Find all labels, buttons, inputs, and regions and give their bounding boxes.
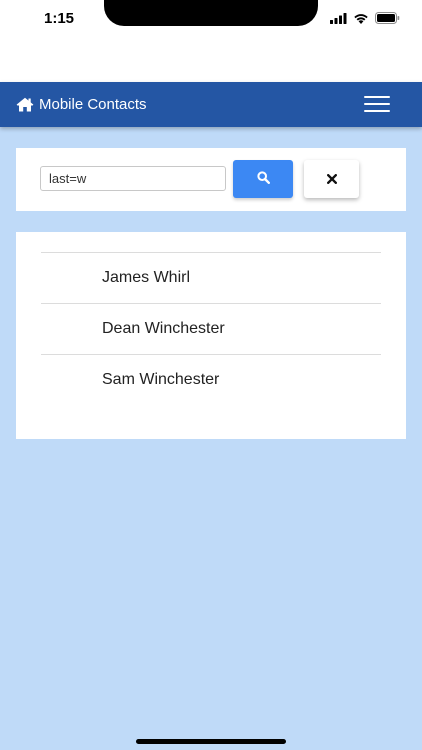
status-bar: 1:15 [0, 0, 422, 82]
search-icon [256, 171, 270, 187]
status-icons [330, 12, 400, 24]
contact-item[interactable]: Sam Winchester [41, 354, 381, 405]
close-icon [326, 172, 337, 187]
home-indicator [136, 739, 286, 744]
wifi-icon [353, 13, 369, 24]
hamburger-menu-icon[interactable] [364, 96, 390, 114]
menu-line [364, 103, 390, 105]
brand-label: Mobile Contacts [39, 96, 147, 113]
search-button[interactable] [233, 160, 293, 198]
battery-icon [375, 12, 400, 24]
contact-item[interactable]: James Whirl [41, 252, 381, 303]
contact-list: James Whirl Dean Winchester Sam Winchest… [41, 252, 381, 405]
menu-line [364, 96, 390, 98]
contacts-card: James Whirl Dean Winchester Sam Winchest… [16, 232, 406, 439]
device-notch [104, 0, 318, 26]
search-input[interactable] [40, 166, 226, 191]
signal-icon [330, 12, 347, 24]
brand-link[interactable]: Mobile Contacts [16, 82, 147, 127]
home-icon [16, 97, 34, 112]
clear-button[interactable] [304, 160, 359, 198]
navbar: Mobile Contacts [0, 82, 422, 127]
contact-item[interactable]: Dean Winchester [41, 303, 381, 354]
menu-line [364, 110, 390, 112]
search-card [16, 148, 406, 211]
status-time: 1:15 [44, 10, 75, 27]
